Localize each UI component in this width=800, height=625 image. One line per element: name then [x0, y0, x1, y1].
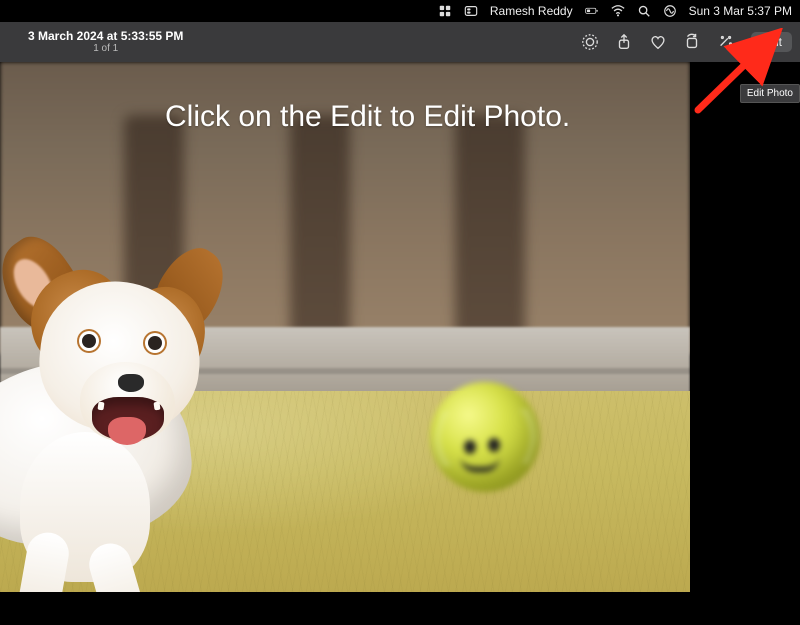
- auto-enhance-icon[interactable]: [717, 33, 735, 51]
- photo-viewport[interactable]: [0, 62, 690, 592]
- photos-toolbar: 3 March 2024 at 5:33:55 PM 1 of 1 Edit: [0, 22, 800, 62]
- control-center-icon[interactable]: [464, 4, 478, 18]
- share-icon[interactable]: [615, 33, 633, 51]
- macos-menubar: Ramesh Reddy Sun 3 Mar 5:37 PM: [0, 0, 800, 22]
- live-photo-icon[interactable]: [581, 33, 599, 51]
- tennis-ball: [430, 382, 540, 492]
- photo-title-block: 3 March 2024 at 5:33:55 PM 1 of 1: [8, 30, 183, 54]
- edit-button[interactable]: Edit: [751, 32, 792, 52]
- menubar-datetime[interactable]: Sun 3 Mar 5:37 PM: [689, 4, 792, 18]
- battery-icon[interactable]: [585, 4, 599, 18]
- heart-icon[interactable]: [649, 33, 667, 51]
- search-icon[interactable]: [637, 4, 651, 18]
- siri-icon[interactable]: [663, 4, 677, 18]
- rotate-icon[interactable]: [683, 33, 701, 51]
- instruction-text: Click on the Edit to Edit Photo.: [165, 100, 760, 134]
- wifi-icon[interactable]: [611, 4, 625, 18]
- photo-position: 1 of 1: [28, 43, 183, 54]
- app-icon[interactable]: [438, 4, 452, 18]
- photo-content: [0, 62, 690, 592]
- menubar-username[interactable]: Ramesh Reddy: [490, 4, 573, 18]
- dog: [0, 212, 270, 592]
- toolbar-actions: Edit: [581, 32, 792, 52]
- photo-timestamp: 3 March 2024 at 5:33:55 PM: [28, 30, 183, 43]
